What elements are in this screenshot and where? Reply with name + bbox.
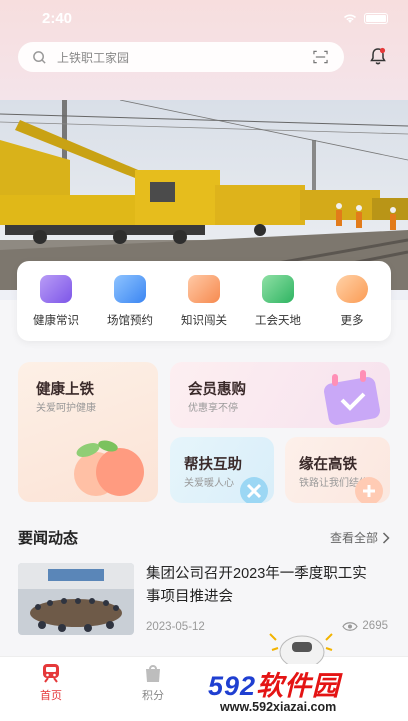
quick-entry-card: 健康常识 场馆预约 知识闯关 工会天地 更多 bbox=[17, 261, 391, 341]
tile-title: 会员惠购 bbox=[188, 382, 246, 398]
entry-label: 健康常识 bbox=[33, 314, 79, 327]
train-icon bbox=[43, 664, 59, 683]
watermark-brand: 592软件园 bbox=[208, 671, 341, 701]
entry-label: 场馆预约 bbox=[107, 314, 153, 327]
tab-home[interactable]: 首页 bbox=[21, 663, 81, 703]
see-all-label: 查看全部 bbox=[329, 531, 378, 545]
battery-icon bbox=[364, 12, 388, 24]
entry-venue-booking[interactable]: 场馆预约 bbox=[95, 274, 165, 328]
chevron-right-icon bbox=[382, 531, 390, 544]
entry-label: 更多 bbox=[340, 314, 364, 327]
more-icon bbox=[336, 274, 368, 303]
entry-quiz[interactable]: 知识闯关 bbox=[169, 274, 239, 328]
tab-label: 积分 bbox=[142, 690, 164, 702]
entry-label: 工会天地 bbox=[255, 314, 301, 327]
tile-subtitle: 关爱呵护健康 bbox=[36, 403, 96, 414]
search-input[interactable]: 上铁职工家园 bbox=[57, 49, 129, 66]
quiz-icon bbox=[188, 274, 220, 303]
site-watermark: 592软件园 www.592xiazai.com bbox=[200, 660, 408, 721]
entry-label: 知识闯关 bbox=[181, 314, 227, 327]
entry-more[interactable]: 更多 bbox=[317, 274, 387, 328]
watermark-url: www.592xiazai.com bbox=[220, 700, 337, 714]
union-icon bbox=[262, 274, 294, 303]
news-view-count: 2695 bbox=[362, 620, 388, 632]
status-bar: 2:40 bbox=[0, 0, 408, 36]
tile-health[interactable]: 健康上铁 关爱呵护健康 bbox=[18, 362, 158, 502]
search-icon bbox=[33, 50, 46, 64]
news-date: 2023-05-12 bbox=[146, 621, 205, 633]
bell-icon[interactable] bbox=[368, 46, 388, 66]
points-bag-icon bbox=[146, 665, 160, 682]
news-thumbnail bbox=[18, 563, 134, 635]
section-title: 要闻动态 bbox=[18, 530, 79, 547]
news-title: 集团公司召开2023年一季度职工实事项目推进会 bbox=[146, 566, 367, 605]
health-knowledge-icon bbox=[40, 274, 72, 303]
search-bar[interactable]: 上铁职工家园 bbox=[18, 42, 344, 72]
tile-title: 健康上铁 bbox=[36, 382, 94, 398]
entry-union[interactable]: 工会天地 bbox=[243, 274, 313, 328]
peach-icon bbox=[74, 440, 144, 496]
entry-health-knowledge[interactable]: 健康常识 bbox=[21, 274, 91, 328]
tab-points[interactable]: 积分 bbox=[123, 663, 183, 703]
system-icons bbox=[342, 12, 388, 24]
status-time: 2:40 bbox=[42, 10, 73, 27]
tile-subtitle: 关爱暖人心 bbox=[184, 478, 234, 489]
eye-icon bbox=[342, 621, 359, 631]
meeting-room-illustration bbox=[18, 563, 134, 635]
tile-railway-romance[interactable]: 缘在高铁 铁路让我们结缘 bbox=[285, 437, 390, 503]
tile-subtitle: 优惠享不停 bbox=[188, 403, 238, 414]
venue-booking-icon bbox=[114, 274, 146, 303]
gift-heart-icon bbox=[355, 477, 383, 503]
news-views: 2695 bbox=[342, 620, 388, 632]
see-all-link[interactable]: 查看全部 bbox=[330, 529, 390, 546]
tile-member-shop[interactable]: 会员惠购 优惠享不停 bbox=[170, 362, 390, 428]
mascot-illustration bbox=[269, 633, 333, 664]
tile-mutual-aid[interactable]: 帮扶互助 关爱暖人心 bbox=[170, 437, 274, 503]
scan-icon[interactable] bbox=[313, 50, 328, 64]
calendar-icon bbox=[324, 370, 380, 425]
tab-label: 首页 bbox=[40, 690, 62, 702]
wifi-icon bbox=[343, 14, 357, 23]
helping-hand-icon bbox=[240, 477, 268, 503]
